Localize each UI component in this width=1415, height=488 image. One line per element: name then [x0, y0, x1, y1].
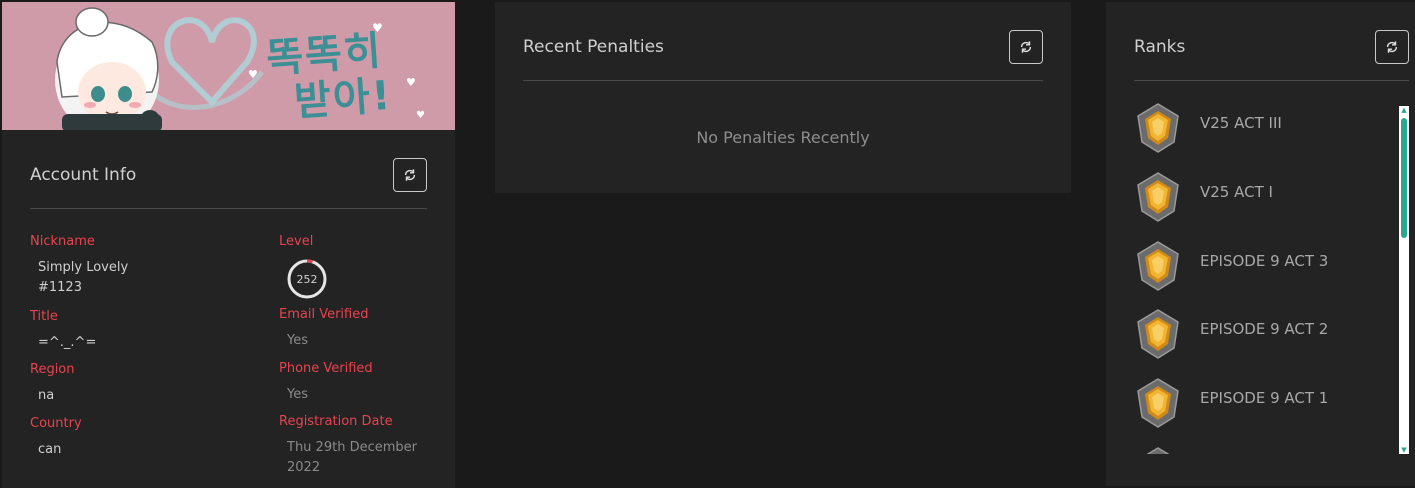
registration-date-label: Registration Date [279, 414, 393, 429]
svg-text:♥: ♥ [416, 110, 425, 121]
gold-rank-icon [1146, 447, 1170, 454]
penalties-divider [523, 80, 1043, 81]
email-verified-value: Yes [287, 333, 308, 348]
region-label: Region [30, 362, 75, 377]
country-label: Country [30, 416, 82, 431]
rank-label: EPISODE 9 ACT 3 [1200, 252, 1329, 270]
account-info-title: Account Info [30, 165, 137, 185]
refresh-icon [1020, 41, 1032, 53]
banner-text-line2: 받아! [292, 72, 394, 126]
rank-label: EPISODE 9 ACT 2 [1200, 320, 1329, 338]
ranks-scrollbar[interactable]: ▲ ▼ [1399, 106, 1409, 454]
level-value: 252 [296, 272, 318, 286]
refresh-icon [404, 169, 416, 181]
title-label: Title [30, 309, 58, 324]
penalties-refresh-button[interactable] [1009, 30, 1043, 64]
registration-date-line2: 2022 [287, 460, 321, 475]
rank-item: V25 ACT I [1134, 171, 1394, 231]
ranks-divider [1134, 80, 1409, 81]
gold-rank-icon [1137, 309, 1179, 359]
gold-rank-icon [1137, 378, 1179, 428]
level-label: Level [279, 234, 314, 249]
email-verified-label: Email Verified [279, 307, 369, 322]
rank-item: EPISODE 9 ACT 1 [1134, 377, 1394, 437]
account-info-card: ♥ ♥ ♥ ♥ 똑똑히 받아! Account Info Nickname Si… [2, 2, 455, 488]
rank-label: V25 ACT III [1200, 114, 1282, 132]
nickname-value: Simply Lovely [38, 260, 129, 275]
account-refresh-button[interactable] [393, 158, 427, 192]
svg-text:♥: ♥ [248, 68, 258, 81]
gold-rank-icon [1137, 241, 1179, 291]
ranks-refresh-button[interactable] [1375, 30, 1409, 64]
nickname-label: Nickname [30, 234, 95, 249]
gold-rank-icon [1137, 172, 1179, 222]
account-divider [30, 208, 427, 209]
recent-penalties-card: Recent Penalties No Penalties Recently [495, 2, 1071, 193]
rank-item: EPISODE 9 ACT 2 [1134, 308, 1394, 368]
gold-rank-icon [1137, 103, 1179, 153]
title-value: =^._.^= [38, 335, 97, 350]
phone-verified-value: Yes [287, 387, 308, 402]
registration-date-line1: Thu 29th December [287, 440, 417, 455]
ranks-list[interactable]: V25 ACT III V25 ACT I EPISODE 9 ACT 3 EPISO… [1106, 102, 1396, 454]
refresh-icon [1386, 41, 1398, 53]
region-value: na [38, 388, 55, 403]
svg-text:♥: ♥ [406, 76, 416, 89]
scrollbar-thumb[interactable] [1401, 118, 1407, 238]
player-card-banner: ♥ ♥ ♥ ♥ 똑똑히 받아! [2, 2, 455, 130]
scroll-down-arrow-icon[interactable]: ▼ [1399, 446, 1409, 454]
rank-item: EPISODE 9 ACT 3 [1134, 240, 1394, 300]
rank-item: V25 ACT III [1134, 102, 1394, 162]
ranks-title: Ranks [1134, 37, 1186, 57]
rank-label: V25 ACT I [1200, 183, 1273, 201]
recent-penalties-title: Recent Penalties [523, 37, 664, 57]
rank-label: EPISODE 9 ACT 1 [1200, 389, 1329, 407]
no-penalties-message: No Penalties Recently [696, 128, 870, 147]
rank-item [1134, 446, 1394, 454]
scroll-up-arrow-icon[interactable]: ▲ [1399, 106, 1409, 114]
phone-verified-label: Phone Verified [279, 361, 373, 376]
nickname-tag: #1123 [38, 280, 82, 295]
country-value: can [38, 442, 62, 457]
ranks-card: Ranks V25 ACT III V25 ACT I EPISODE 9 ACT … [1106, 2, 1415, 486]
